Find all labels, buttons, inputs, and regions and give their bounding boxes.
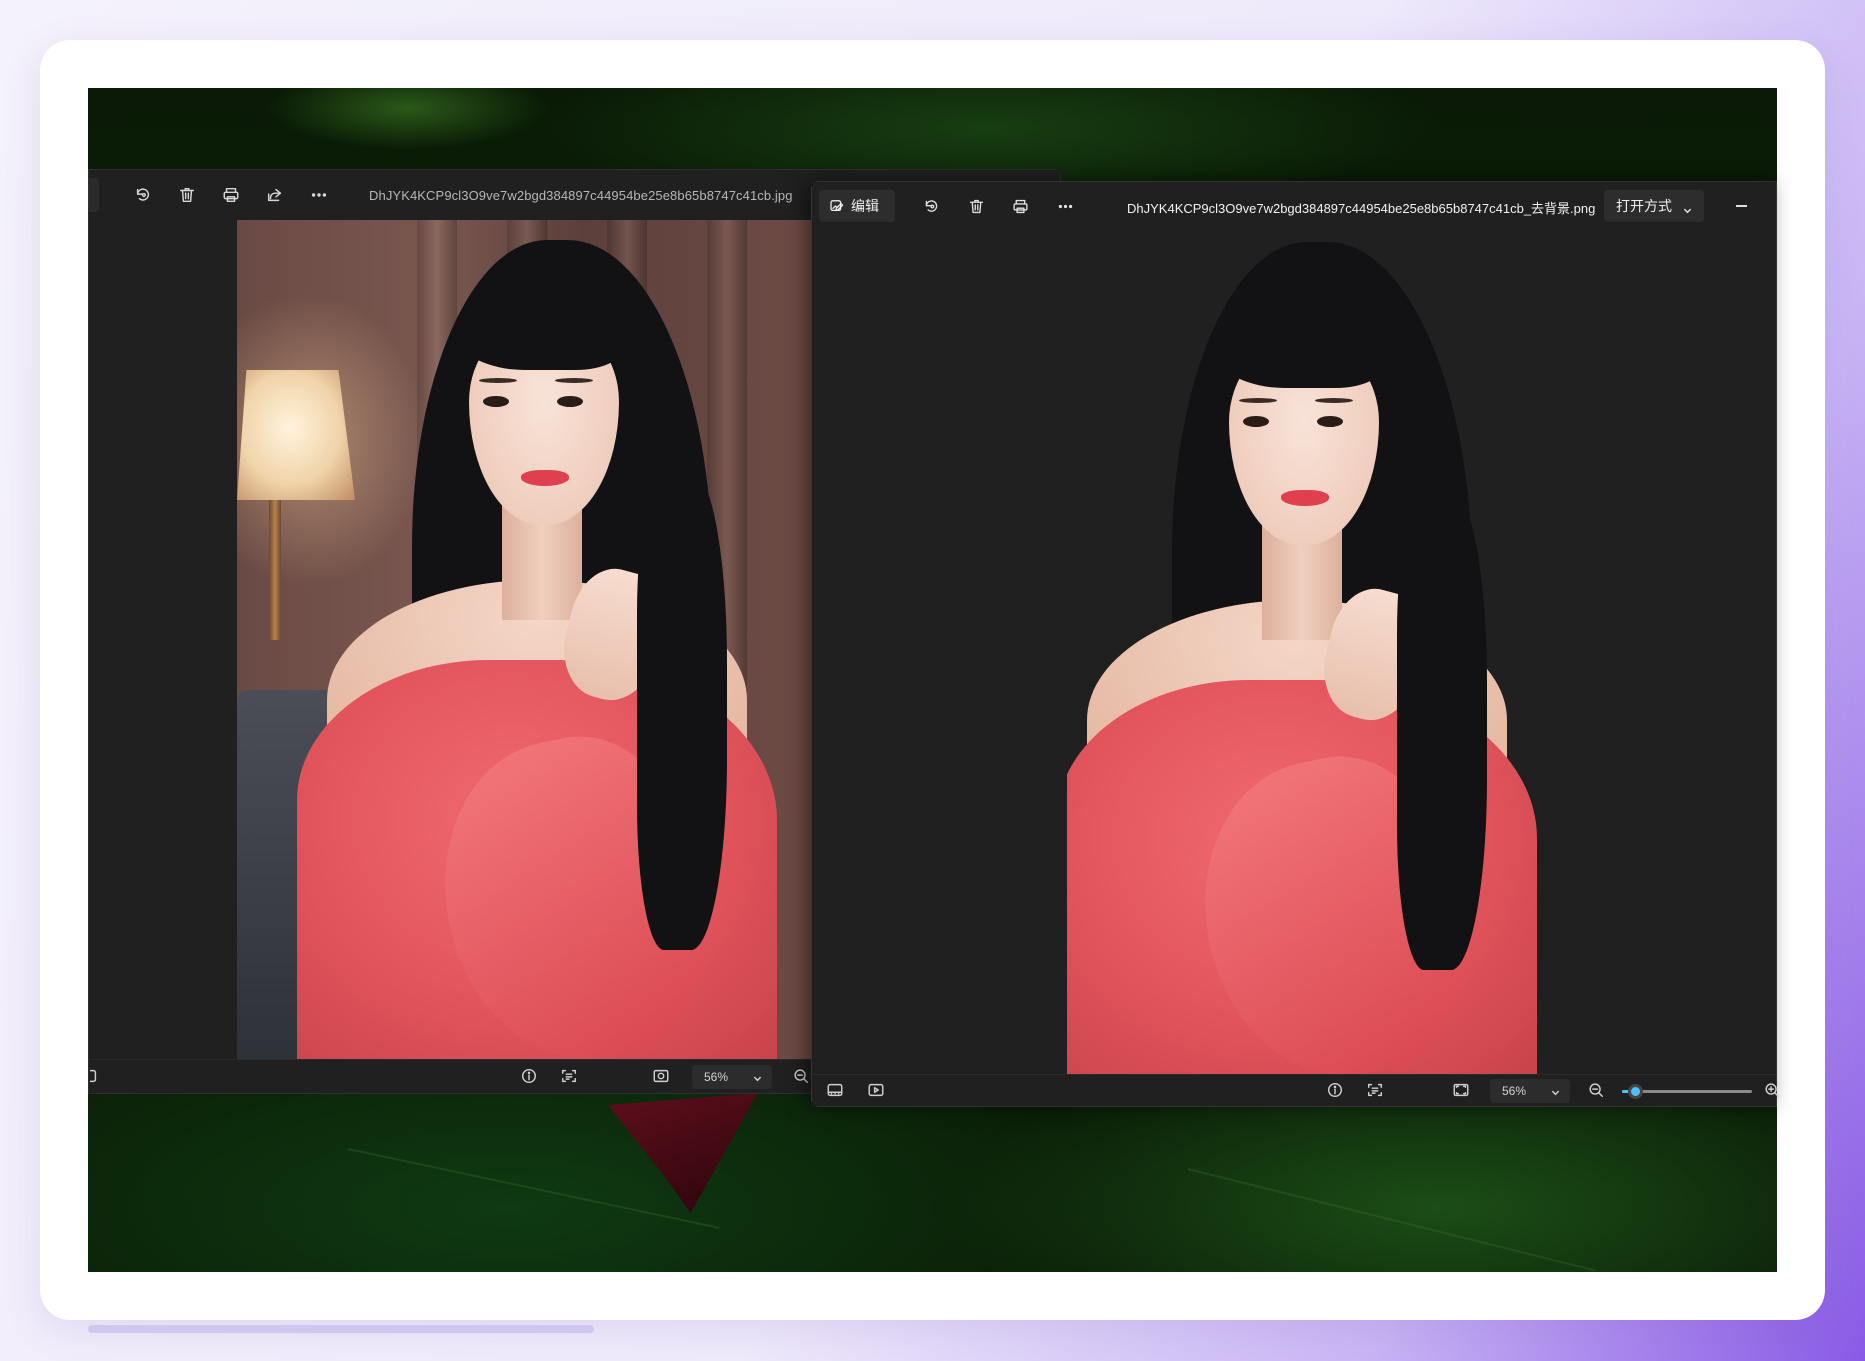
rotate-icon bbox=[136, 188, 150, 201]
rotate-button[interactable] bbox=[125, 178, 161, 212]
original-photo bbox=[237, 220, 812, 1061]
open-with-label: 打开方式 bbox=[1616, 198, 1672, 214]
filmstrip-icon bbox=[82, 1069, 97, 1083]
text-recognition-button[interactable] bbox=[560, 1067, 580, 1087]
zoom-slider[interactable] bbox=[1622, 1084, 1752, 1099]
file-info-button[interactable] bbox=[1326, 1081, 1346, 1101]
lamp bbox=[237, 370, 355, 500]
zoom-in-icon bbox=[1765, 1083, 1780, 1098]
print-button[interactable] bbox=[213, 178, 249, 212]
share-icon bbox=[267, 188, 282, 202]
image-canvas[interactable] bbox=[812, 230, 1776, 1074]
more-button[interactable] bbox=[1048, 190, 1082, 222]
file-name: DhJYK4KCP9cl3O9ve7w2bgd384897c44954be25e… bbox=[369, 187, 793, 203]
share-button[interactable] bbox=[257, 178, 293, 212]
minimize-button[interactable] bbox=[1722, 190, 1762, 222]
delete-icon bbox=[179, 187, 195, 203]
fit-window-icon bbox=[1453, 1083, 1469, 1097]
zoom-level-dropdown[interactable]: 56% bbox=[1490, 1079, 1570, 1103]
info-icon bbox=[1327, 1082, 1343, 1098]
more-button[interactable] bbox=[301, 178, 337, 212]
edit-image-icon bbox=[830, 200, 844, 212]
chevron-down-icon bbox=[753, 1072, 762, 1082]
print-button[interactable] bbox=[1003, 190, 1037, 222]
filmstrip-icon bbox=[827, 1083, 843, 1097]
fit-window-icon bbox=[653, 1069, 669, 1083]
print-icon bbox=[1012, 199, 1028, 213]
chevron-down-icon bbox=[1551, 1086, 1560, 1096]
info-icon bbox=[521, 1068, 537, 1084]
zoom-out-icon bbox=[794, 1069, 809, 1084]
status-bar: 56% bbox=[812, 1074, 1780, 1106]
edit-button-label: 编辑 bbox=[851, 198, 879, 214]
file-info-button[interactable] bbox=[520, 1067, 540, 1087]
rotate-icon bbox=[925, 199, 937, 212]
slideshow-icon bbox=[868, 1083, 884, 1097]
edit-button[interactable]: 编辑 bbox=[819, 190, 895, 222]
open-with-dropdown[interactable]: 打开方式 bbox=[1604, 190, 1704, 222]
more-icon bbox=[1058, 204, 1072, 208]
zoom-level-dropdown[interactable]: 56% bbox=[692, 1065, 772, 1089]
rotate-button[interactable] bbox=[914, 190, 948, 222]
zoom-out-button[interactable] bbox=[792, 1067, 812, 1087]
zoom-level-value: 56% bbox=[704, 1070, 729, 1084]
zoom-out-icon bbox=[1589, 1083, 1604, 1098]
zoom-slider-thumb[interactable] bbox=[1628, 1084, 1643, 1099]
toolbar: 编辑 DhJYK4KCP9cl3O9ve7w2bgd384897c44954be… bbox=[812, 182, 1776, 230]
filmstrip-toggle-button[interactable] bbox=[82, 1067, 110, 1087]
filmstrip-toggle-button[interactable] bbox=[826, 1081, 846, 1101]
slideshow-button[interactable] bbox=[867, 1081, 887, 1101]
zoom-out-button[interactable] bbox=[1587, 1081, 1607, 1101]
scan-text-icon bbox=[561, 1069, 577, 1083]
zoom-level-value: 56% bbox=[1502, 1084, 1527, 1098]
scan-text-icon bbox=[1367, 1083, 1383, 1097]
background-removed-photo bbox=[1067, 230, 1627, 1074]
wallpaper-ribbon bbox=[608, 1093, 758, 1213]
file-name: DhJYK4KCP9cl3O9ve7w2bgd384897c44954be25e… bbox=[1127, 201, 1596, 216]
more-icon bbox=[311, 193, 327, 197]
zoom-in-button[interactable] bbox=[1763, 1081, 1783, 1101]
progress-underline bbox=[88, 1325, 594, 1333]
fit-to-window-button[interactable] bbox=[1452, 1081, 1472, 1101]
delete-button[interactable] bbox=[169, 178, 205, 212]
photo-viewer-window-background-removed[interactable]: 编辑 DhJYK4KCP9cl3O9ve7w2bgd384897c44954be… bbox=[811, 181, 1780, 1107]
fit-to-window-button[interactable] bbox=[652, 1067, 672, 1087]
delete-icon bbox=[969, 199, 983, 213]
delete-button[interactable] bbox=[959, 190, 993, 222]
chevron-down-icon bbox=[1683, 202, 1692, 218]
print-icon bbox=[223, 187, 239, 203]
toolbar-left-stub[interactable] bbox=[89, 178, 99, 212]
text-recognition-button[interactable] bbox=[1366, 1081, 1386, 1101]
